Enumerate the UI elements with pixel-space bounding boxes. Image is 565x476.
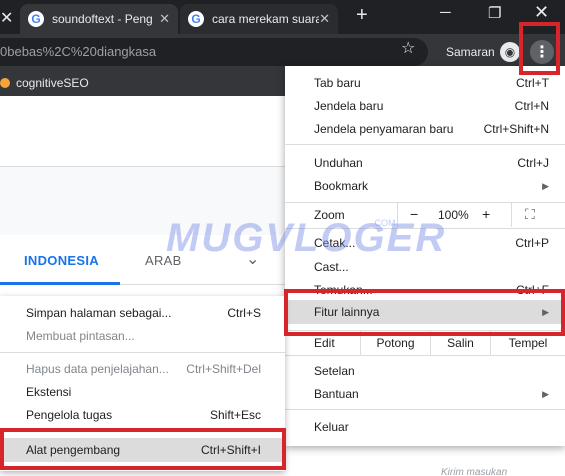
menu-label: Cast...: [314, 260, 349, 274]
menu-item-cast[interactable]: Cast...: [285, 256, 565, 278]
menu-label: Fitur lainnya: [314, 305, 380, 319]
menu-item-more-tools[interactable]: Fitur lainnya ▶: [285, 300, 565, 324]
maximize-button[interactable]: ❐: [488, 4, 501, 22]
menu-label: Jendela baru: [314, 99, 384, 113]
menu-label: Bantuan: [314, 387, 359, 401]
close-icon[interactable]: ✕: [319, 11, 330, 27]
tab-title: soundoftext - Peng: [52, 12, 153, 26]
menu-shortcut: Ctrl+P: [515, 236, 549, 250]
menu-item-settings[interactable]: Setelan: [285, 360, 565, 382]
zoom-level: 100%: [438, 208, 469, 222]
menu-zoom-row: Zoom − 100% + ⛶: [285, 203, 565, 227]
chrome-menu: Tab baru Ctrl+T Jendela baru Ctrl+N Jend…: [285, 66, 565, 446]
submenu-item-create-shortcut[interactable]: Membuat pintasan...: [0, 325, 285, 347]
menu-item-new-tab[interactable]: Tab baru Ctrl+T: [285, 72, 565, 94]
submenu-item-task-manager[interactable]: Pengelola tugas Shift+Esc: [0, 404, 285, 426]
menu-label: Alat pengembang: [26, 443, 121, 457]
menu-label: Jendela penyamaran baru: [314, 122, 454, 136]
incognito-icon[interactable]: ◉: [500, 42, 520, 62]
profile-label[interactable]: Samaran: [446, 45, 495, 59]
copy-button[interactable]: Salin: [430, 331, 490, 355]
google-icon: G: [188, 11, 204, 27]
close-icon[interactable]: ✕: [159, 11, 170, 27]
active-tab-indicator: [0, 282, 120, 285]
menu-label: Pengelola tugas: [26, 408, 113, 422]
menu-item-print[interactable]: Cetak... Ctrl+P: [285, 232, 565, 254]
menu-shortcut: Ctrl+Shift+I: [200, 443, 261, 457]
submenu-item-extensions[interactable]: Ekstensi: [0, 381, 285, 403]
menu-label: Ekstensi: [26, 385, 72, 399]
zoom-controls: − 100% +: [397, 203, 512, 227]
edit-label: Edit: [314, 336, 335, 350]
menu-label: Temukan...: [314, 283, 373, 297]
tab-cara-merekam[interactable]: G cara merekam suara ✕: [180, 4, 338, 34]
cut-button[interactable]: Potong: [360, 331, 430, 355]
window-close-button[interactable]: ✕: [534, 2, 549, 23]
google-icon: G: [28, 11, 44, 27]
url-text: 0bebas%2C%20diangkasa: [0, 44, 157, 59]
cognitiveseo-icon: [0, 78, 10, 88]
menu-label: Keluar: [314, 420, 349, 434]
paste-button[interactable]: Tempel: [490, 331, 565, 355]
chrome-menu-button[interactable]: ⋮: [530, 40, 554, 64]
menu-divider: [285, 228, 565, 229]
menu-shortcut: Ctrl+N: [514, 99, 549, 113]
menu-label: Cetak...: [314, 236, 356, 250]
menu-shortcut: Ctrl+S: [227, 306, 261, 320]
content-panel: [0, 167, 300, 235]
new-tab-button[interactable]: +: [356, 4, 368, 27]
menu-shortcut: Ctrl+Shift+N: [483, 122, 549, 136]
feedback-link[interactable]: Kirim masukan: [441, 467, 507, 476]
menu-shortcut: Ctrl+Shift+Del: [186, 362, 261, 376]
zoom-in-button[interactable]: +: [482, 206, 490, 222]
menu-label: Bookmark: [314, 179, 369, 193]
menu-edit-row: Edit Potong Salin Tempel: [285, 331, 565, 355]
menu-divider: [285, 144, 565, 145]
menu-divider: [285, 355, 565, 356]
tab-soundoftext[interactable]: G soundoftext - Peng ✕: [20, 4, 178, 34]
zoom-out-button[interactable]: −: [410, 206, 418, 222]
star-icon[interactable]: ☆: [401, 38, 415, 58]
menu-item-help[interactable]: Bantuan ▶: [285, 383, 565, 405]
menu-label: Unduhan: [314, 156, 363, 170]
language-tabs: INDONESIA ARAB ⌄: [0, 235, 300, 285]
menu-shortcut: Ctrl+F: [516, 283, 549, 297]
zoom-label: Zoom: [314, 208, 345, 222]
bookmark-cognitiveseo[interactable]: cognitiveSEO: [16, 76, 89, 90]
menu-shortcut: Ctrl+J: [517, 156, 549, 170]
submenu-item-save-page[interactable]: Simpan halaman sebagai... Ctrl+S: [0, 302, 285, 324]
menu-item-exit[interactable]: Keluar: [285, 416, 565, 438]
submenu-item-dev-tools[interactable]: Alat pengembang Ctrl+Shift+I: [0, 438, 285, 462]
menu-divider: [0, 430, 285, 431]
menu-divider: [285, 409, 565, 410]
menu-divider: [0, 352, 285, 353]
submenu-item-clear-data[interactable]: Hapus data penjelajahan... Ctrl+Shift+De…: [0, 358, 285, 380]
chevron-down-icon[interactable]: ⌄: [246, 249, 259, 269]
tab-indonesia[interactable]: INDONESIA: [24, 253, 99, 268]
menu-item-find[interactable]: Temukan... Ctrl+F: [285, 279, 565, 301]
toolbar: 0bebas%2C%20diangkasa ☆ Samaran ◉ ⋮: [0, 34, 565, 70]
menu-label: Hapus data penjelajahan...: [26, 362, 169, 376]
close-icon[interactable]: ✕: [0, 8, 13, 28]
menu-item-bookmarks[interactable]: Bookmark ▶: [285, 175, 565, 197]
menu-label: Simpan halaman sebagai...: [26, 306, 172, 320]
menu-shortcut: Ctrl+T: [516, 76, 549, 90]
chevron-right-icon: ▶: [542, 306, 549, 317]
menu-item-downloads[interactable]: Unduhan Ctrl+J: [285, 152, 565, 174]
menu-label: Setelan: [314, 364, 355, 378]
menu-item-incognito-window[interactable]: Jendela penyamaran baru Ctrl+Shift+N: [285, 118, 565, 140]
menu-item-new-window[interactable]: Jendela baru Ctrl+N: [285, 95, 565, 117]
chevron-right-icon: ▶: [542, 388, 549, 399]
fullscreen-icon[interactable]: ⛶: [525, 206, 535, 223]
minimize-button[interactable]: ─: [440, 4, 451, 21]
address-bar[interactable]: 0bebas%2C%20diangkasa ☆: [0, 38, 428, 66]
menu-label: Membuat pintasan...: [26, 329, 135, 343]
menu-shortcut: Shift+Esc: [209, 408, 261, 422]
menu-label: Tab baru: [314, 76, 361, 90]
more-tools-submenu: Simpan halaman sebagai... Ctrl+S Membuat…: [0, 296, 285, 471]
tab-title: cara merekam suara: [212, 12, 320, 26]
tab-strip: ✕ G soundoftext - Peng ✕ G cara merekam …: [0, 0, 565, 34]
tab-arab[interactable]: ARAB: [145, 253, 182, 268]
chevron-right-icon: ▶: [542, 180, 549, 191]
